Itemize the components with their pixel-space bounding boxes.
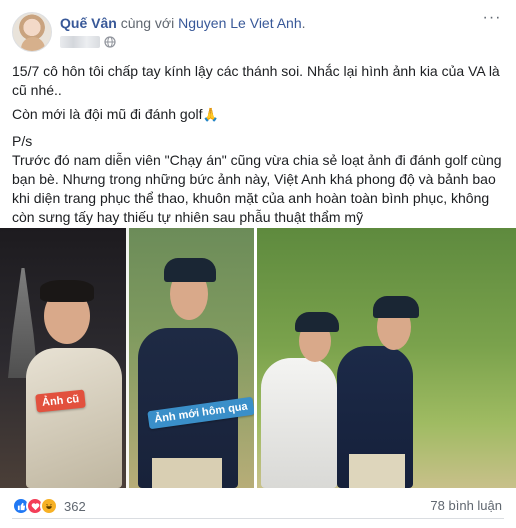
person-legs [349,454,405,488]
person-hair [40,280,94,302]
comments-count-link[interactable]: 78 bình luận [430,498,502,513]
avatar[interactable] [12,12,52,52]
post-paragraph: P/s [12,133,33,149]
person-body [26,348,122,488]
photo-grid: Ảnh cũ Ảnh mới hôm qua [0,228,516,488]
golf-cap [164,258,216,282]
photo-divider [126,228,129,488]
post-paragraph: Còn mới là đội mũ đi đánh golf🙏 [12,105,504,124]
globe-icon [104,36,116,48]
post-footer: 362 78 bình luận [12,494,504,519]
folded-hands-icon: 🙏 [202,107,219,122]
footer-divider [12,518,504,519]
reactions-summary[interactable]: 362 [12,496,86,516]
facebook-post-card: Quế Vân cùng với Nguyen Le Viet Anh. ···… [0,0,516,528]
haha-icon [40,497,58,515]
author-line: Quế Vân cùng với Nguyen Le Viet Anh. [60,14,306,32]
golf-photo[interactable] [257,228,516,488]
person-body [261,358,337,488]
post-paragraph-text: Còn mới là đội mũ đi đánh golf [12,106,203,122]
tagged-suffix: . [301,15,306,31]
reaction-count: 362 [64,498,86,514]
person-legs [152,458,222,488]
post-header: Quế Vân cùng với Nguyen Le Viet Anh. ··· [12,10,504,56]
post-meta [60,34,116,50]
golf-cap [373,296,419,318]
author-name[interactable]: Quế Vân [60,15,117,31]
post-text: 15/7 cô hôn tôi chấp tay kính lậy các th… [12,62,504,232]
post-paragraph: Trước đó nam diễn viên "Chạy án" cũng vừ… [12,152,502,225]
photo-comparison[interactable]: Ảnh cũ Ảnh mới hôm qua [0,228,254,488]
old-photo-panel [0,228,126,488]
more-options-icon[interactable]: ··· [480,10,504,32]
tagged-friend-link[interactable]: Nguyen Le Viet Anh [178,15,302,31]
golf-cap [295,312,339,332]
post-timestamp-blurred[interactable] [60,36,100,48]
post-paragraph: 15/7 cô hôn tôi chấp tay kính lậy các th… [12,63,500,98]
with-text: cùng với [120,15,175,31]
